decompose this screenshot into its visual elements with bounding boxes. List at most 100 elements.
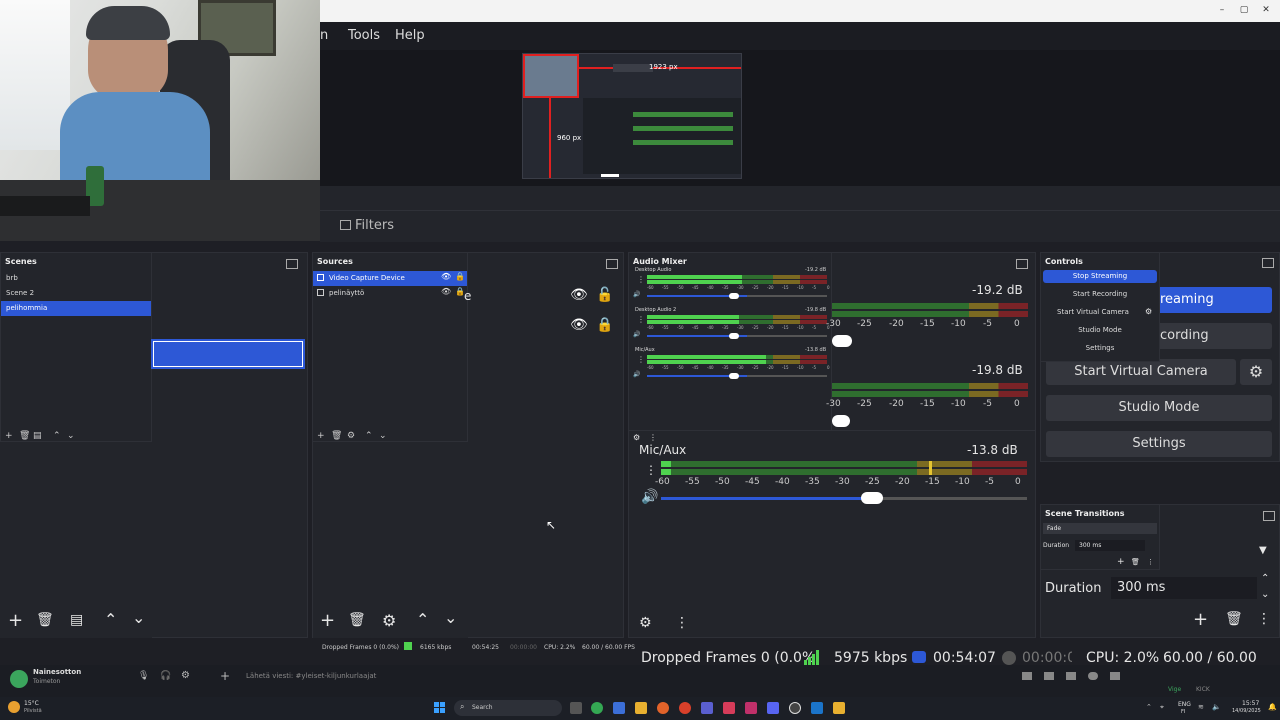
transition-menu-icon[interactable]: ⋮ (1147, 558, 1154, 566)
speaker-icon[interactable]: 🔊 (633, 291, 640, 298)
scene-item[interactable]: Scene 2 (1, 286, 151, 301)
scene-filters-icon[interactable]: ▤ (33, 431, 42, 441)
speaker-icon[interactable]: 🔊 (633, 331, 640, 338)
preview-area[interactable] (320, 50, 1280, 186)
advanced-audio-icon[interactable]: ⚙ (639, 615, 652, 631)
duration-increment-icon[interactable]: ⌃ (1261, 573, 1269, 584)
start-recording-button-large[interactable]: cording (1160, 323, 1272, 349)
tray-location-icon[interactable]: ⌖ (1160, 703, 1164, 712)
remove-transition-icon[interactable]: 🗑 (1131, 558, 1140, 566)
volume-icon[interactable]: 🔈 (1212, 703, 1221, 711)
visibility-eye-icon[interactable]: 👁 (570, 287, 588, 303)
chat-message-input[interactable]: Lähetä viesti: #yleiset-kiljunkurlaajat (246, 672, 376, 680)
remove-transition-icon[interactable]: 🗑 (1225, 611, 1243, 627)
weather-icon[interactable] (8, 701, 20, 713)
app-icon[interactable] (701, 702, 713, 714)
virtual-camera-settings-icon[interactable]: ⚙ (1240, 359, 1272, 385)
tray-overflow-icon[interactable]: ⌃ (1146, 703, 1152, 711)
task-view-icon[interactable] (570, 702, 582, 714)
lock-icon[interactable]: 🔒 (596, 317, 613, 333)
volume-slider-handle[interactable] (729, 293, 739, 299)
menu-item-view[interactable]: n (320, 28, 328, 43)
close-button[interactable]: ✕ (1256, 2, 1276, 18)
add-source-icon[interactable]: + (320, 610, 335, 631)
move-down-icon[interactable]: ⌄ (67, 431, 75, 441)
start-virtual-camera-button[interactable]: Start Virtual Camera (1043, 306, 1143, 319)
volume-slider-handle[interactable] (861, 492, 883, 504)
firefox-icon[interactable] (657, 702, 669, 714)
volume-slider-handle[interactable] (832, 335, 852, 347)
dock-float-icon[interactable] (1016, 259, 1028, 269)
scene-item[interactable]: brb (1, 271, 151, 286)
volume-slider-handle[interactable] (832, 415, 850, 427)
headphones-icon[interactable]: 🎧 (160, 671, 171, 681)
app-icon[interactable] (723, 702, 735, 714)
scene-item-selected[interactable]: pelihommia (1, 301, 151, 316)
add-transition-icon[interactable]: + (1193, 609, 1208, 630)
source-properties-icon[interactable]: ⚙ (347, 431, 355, 441)
start-virtual-camera-button-large[interactable]: Start Virtual Camera (1046, 359, 1236, 385)
microphone-icon[interactable]: 🎙 (138, 671, 149, 681)
transition-menu-icon[interactable]: ⋮ (1257, 611, 1271, 627)
app-icon[interactable] (679, 702, 691, 714)
menu-item-tools[interactable]: Tools (348, 28, 380, 43)
mixer-menu-icon[interactable]: ⋮ (649, 433, 657, 442)
volume-slider-handle[interactable] (729, 333, 739, 339)
taskbar-search-box[interactable]: ⌕ Search (454, 700, 562, 716)
stop-streaming-button[interactable]: Stop Streaming (1043, 270, 1157, 283)
stop-streaming-button-large[interactable]: reaming (1160, 287, 1272, 313)
dock-float-icon[interactable] (286, 259, 298, 269)
dock-float-icon[interactable] (1262, 258, 1274, 268)
remove-scene-icon[interactable]: 🗑 (36, 612, 54, 628)
move-up-icon[interactable]: ⌃ (104, 610, 117, 629)
visibility-eye-icon[interactable]: 👁 (441, 272, 451, 281)
app-icon[interactable] (833, 702, 845, 714)
settings-button[interactable]: Settings (1043, 342, 1157, 355)
add-source-icon[interactable]: + (317, 431, 325, 441)
scene-filters-icon[interactable]: ▤ (70, 612, 83, 628)
move-down-icon[interactable]: ⌄ (444, 608, 457, 627)
scene-item-selected-large[interactable] (151, 339, 305, 369)
start-recording-button[interactable]: Start Recording (1043, 288, 1157, 301)
add-scene-icon[interactable]: + (8, 610, 23, 631)
user-avatar[interactable] (10, 670, 28, 688)
app-icon[interactable] (745, 702, 757, 714)
notification-icon[interactable]: 🔔 (1268, 703, 1277, 711)
menu-item-help[interactable]: Help (395, 28, 425, 43)
volume-slider-handle[interactable] (729, 373, 739, 379)
source-item-selected[interactable]: Video Capture Device 👁 🔒 (313, 271, 467, 286)
channel-menu-icon[interactable]: ⋮ (637, 355, 645, 364)
remove-source-icon[interactable]: 🗑 (348, 612, 366, 628)
sticker-icon[interactable] (1066, 672, 1076, 680)
chevron-down-icon[interactable]: ▼ (1259, 545, 1267, 556)
attach-plus-icon[interactable]: + (220, 669, 230, 683)
channel-menu-icon[interactable]: ⋮ (637, 275, 645, 284)
dock-float-icon[interactable] (1263, 511, 1275, 521)
channel-menu-icon[interactable]: ⋮ (645, 463, 657, 477)
wifi-icon[interactable]: ≋ (1198, 703, 1204, 711)
mixer-settings-icon[interactable]: ⚙ (633, 433, 640, 442)
webcam-source-selection[interactable] (523, 54, 579, 98)
mixer-menu-icon[interactable]: ⋮ (675, 615, 689, 631)
duration-decrement-icon[interactable]: ⌄ (1261, 589, 1269, 600)
clock-time[interactable]: 15:57 (1242, 700, 1259, 707)
dock-float-icon[interactable] (606, 259, 618, 269)
studio-mode-button[interactable]: Studio Mode (1043, 324, 1157, 337)
move-up-icon[interactable]: ⌃ (365, 431, 373, 441)
studio-mode-button-large[interactable]: Studio Mode (1046, 395, 1272, 421)
app-icon[interactable] (613, 702, 625, 714)
settings-button-large[interactable]: Settings (1046, 431, 1272, 457)
minimize-button[interactable]: – (1212, 2, 1232, 18)
move-down-icon[interactable]: ⌄ (379, 431, 387, 441)
source-properties-icon[interactable]: ⚙ (382, 611, 396, 630)
gif-icon[interactable] (1044, 672, 1054, 680)
duration-input[interactable]: 300 ms (1111, 577, 1257, 599)
language-indicator[interactable]: ENG (1178, 701, 1191, 708)
remove-scene-icon[interactable]: 🗑 (19, 431, 30, 441)
lock-open-icon[interactable]: 🔓 (596, 287, 613, 303)
move-down-icon[interactable]: ⌄ (132, 608, 145, 627)
duration-input[interactable]: 300 ms (1075, 540, 1145, 551)
virtual-camera-settings-icon[interactable]: ⚙ (1145, 307, 1152, 316)
source-item[interactable]: pelinäyttö 👁 🔒 (313, 286, 467, 301)
move-up-icon[interactable]: ⌃ (53, 431, 61, 441)
